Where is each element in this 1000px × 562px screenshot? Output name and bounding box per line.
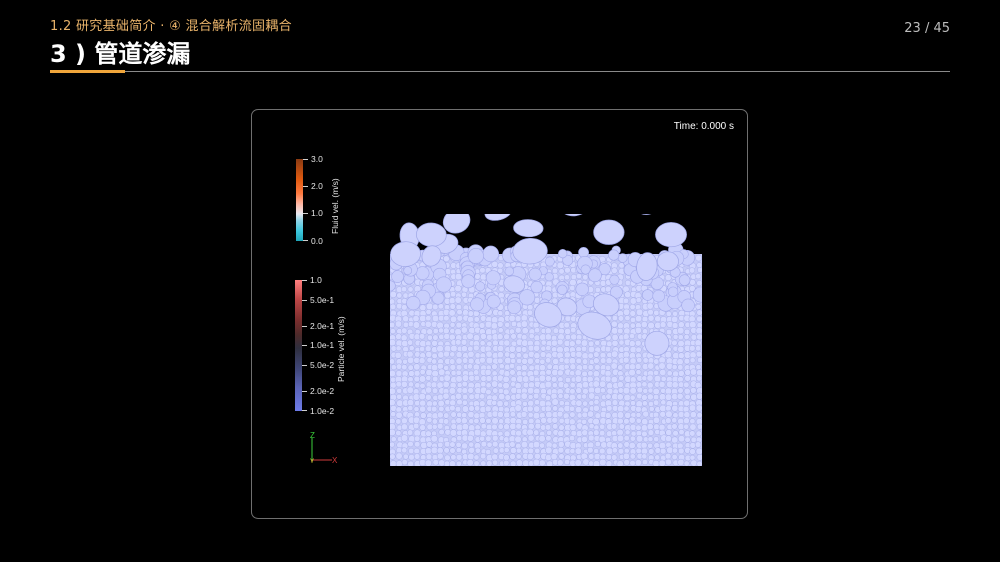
particle-tick-3 <box>302 345 307 346</box>
particle-tick-label: 2.0e-1 <box>310 321 335 331</box>
fluid-colorbar <box>296 159 303 241</box>
particle-tick-label: 1.0 <box>310 275 322 285</box>
axis-x-label: X <box>332 456 338 465</box>
particle-tick-label: 1.0e-1 <box>310 340 335 350</box>
particle-bed <box>390 214 702 466</box>
particle-tick-4 <box>302 365 307 366</box>
orientation-axes: Z Y X <box>310 431 338 465</box>
fluid-tick-1 <box>303 186 308 187</box>
simulation-viewer[interactable]: Time: 0.000 s 3.0 2.0 1.0 0.0 Fluid vel.… <box>251 109 748 519</box>
particle-tick-label: 5.0e-1 <box>310 295 335 305</box>
time-label: Time: 0.000 s <box>673 121 734 132</box>
fluid-tick-3 <box>303 240 308 241</box>
fluid-colorbar-title: Fluid vel. (m/s) <box>330 178 340 234</box>
particle-tick-label: 5.0e-2 <box>310 360 335 370</box>
slide-title: 3 ) 管道渗漏 <box>50 40 191 68</box>
particle-tick-1 <box>302 300 307 301</box>
particle-tick-label: 2.0e-2 <box>310 386 335 396</box>
particle-colorbar-title: Particle vel. (m/s) <box>336 316 346 382</box>
fluid-tick-0 <box>303 159 308 160</box>
page-number: 23 / 45 <box>904 21 950 36</box>
fluid-tick-label: 0.0 <box>311 236 323 246</box>
particle-tick-0 <box>302 280 307 281</box>
title-rule-accent <box>50 70 125 73</box>
slide-subtitle: 1.2 研究基础简介 · ④ 混合解析流固耦合 <box>50 19 292 34</box>
fluid-tick-label: 2.0 <box>311 181 323 191</box>
axis-z-label: Z <box>310 431 315 440</box>
fluid-tick-2 <box>303 213 308 214</box>
fluid-tick-label: 1.0 <box>311 208 323 218</box>
fluid-tick-label: 3.0 <box>311 154 323 164</box>
axis-y-label: Y <box>310 459 314 465</box>
particle-tick-5 <box>302 391 307 392</box>
title-rule <box>50 71 950 72</box>
particle-colorbar <box>295 280 302 411</box>
particle-tick-label: 1.0e-2 <box>310 406 335 416</box>
particle-tick-6 <box>302 410 307 411</box>
particle-tick-2 <box>302 326 307 327</box>
